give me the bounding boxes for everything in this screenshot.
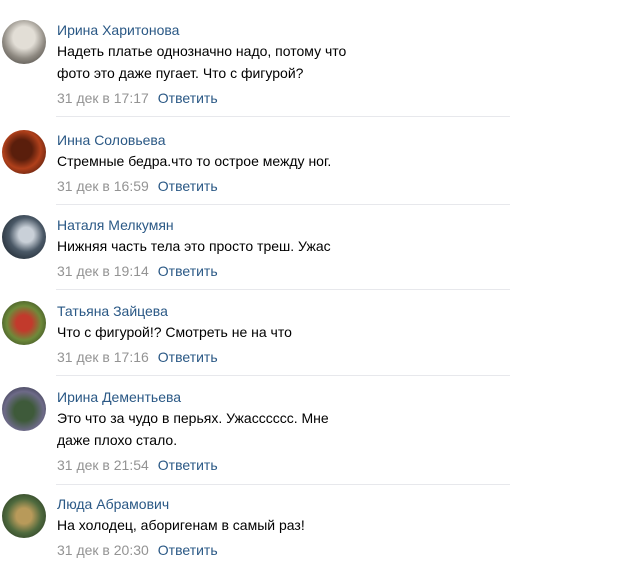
comment-date[interactable]: 31 дек в 21:54	[57, 457, 149, 473]
comment-item: Татьяна Зайцева Что с фигурой!? Смотреть…	[0, 301, 520, 376]
comment-text-line: На холодец, аборигенам в самый раз!	[57, 517, 305, 533]
reply-button[interactable]: Ответить	[158, 349, 218, 365]
separator	[56, 375, 510, 376]
comment-author[interactable]: Татьяна Зайцева	[57, 301, 168, 321]
comment-text-line: Что с фигурой!? Смотреть не на что	[57, 324, 292, 340]
comment-text: Нижняя часть тела это просто треш. Ужас	[57, 235, 417, 257]
comment-author[interactable]: Инна Соловьева	[57, 130, 166, 150]
separator	[56, 289, 510, 290]
reply-button[interactable]: Ответить	[158, 178, 218, 194]
comment-meta: 31 дек в 16:59 Ответить	[57, 176, 218, 196]
avatar[interactable]	[2, 130, 46, 174]
comment-meta: 31 дек в 17:17 Ответить	[57, 88, 218, 108]
comment-date[interactable]: 31 дек в 19:14	[57, 263, 149, 279]
comment-text-line: Стремные бедра.что то острое между ног.	[57, 153, 332, 169]
comment-text: На холодец, аборигенам в самый раз!	[57, 514, 417, 536]
comment-item: Люда Абрамович На холодец, аборигенам в …	[0, 494, 520, 564]
reply-button[interactable]: Ответить	[158, 90, 218, 106]
comment-date[interactable]: 31 дек в 16:59	[57, 178, 149, 194]
reply-button[interactable]: Ответить	[158, 263, 218, 279]
avatar[interactable]	[2, 301, 46, 345]
comment-text-line: Надеть платье однозначно надо, потому чт…	[57, 43, 347, 59]
comment-date[interactable]: 31 дек в 17:16	[57, 349, 149, 365]
comment-meta: 31 дек в 21:54 Ответить	[57, 455, 218, 475]
comment-item: Ирина Дементьева Это что за чудо в перья…	[0, 387, 520, 485]
avatar[interactable]	[2, 215, 46, 259]
comment-text-line: даже плохо стало.	[57, 432, 178, 448]
comment-text: Это что за чудо в перьях. Ужасссссс. Мне…	[57, 407, 417, 451]
comment-meta: 31 дек в 19:14 Ответить	[57, 261, 218, 281]
comment-text-line: Это что за чудо в перьях. Ужасссссс. Мне	[57, 410, 329, 426]
comment-meta: 31 дек в 17:16 Ответить	[57, 347, 218, 367]
avatar[interactable]	[2, 494, 46, 538]
comment-date[interactable]: 31 дек в 20:30	[57, 542, 149, 558]
comment-author[interactable]: Наталя Мелкумян	[57, 215, 174, 235]
comment-author[interactable]: Ирина Харитонова	[57, 20, 179, 40]
comment-author[interactable]: Люда Абрамович	[57, 494, 169, 514]
separator	[56, 204, 510, 205]
comment-text: Надеть платье однозначно надо, потому чт…	[57, 40, 417, 84]
reply-button[interactable]: Ответить	[158, 457, 218, 473]
reply-button[interactable]: Ответить	[158, 542, 218, 558]
comment-text-line: фото это даже пугает. Что с фигурой?	[57, 65, 304, 81]
comment-text-line: Нижняя часть тела это просто треш. Ужас	[57, 238, 331, 254]
comment-text: Что с фигурой!? Смотреть не на что	[57, 321, 417, 343]
comment-text: Стремные бедра.что то острое между ног.	[57, 150, 417, 172]
comment-item: Инна Соловьева Стремные бедра.что то ост…	[0, 130, 520, 205]
comments-list: Ирина Харитонова Надеть платье однозначн…	[0, 0, 640, 571]
avatar[interactable]	[2, 20, 46, 64]
comment-meta: 31 дек в 20:30 Ответить	[57, 540, 218, 560]
comment-author[interactable]: Ирина Дементьева	[57, 387, 181, 407]
separator	[56, 116, 510, 117]
separator	[56, 484, 510, 485]
comment-item: Наталя Мелкумян Нижняя часть тела это пр…	[0, 215, 520, 290]
comment-date[interactable]: 31 дек в 17:17	[57, 90, 149, 106]
comment-item: Ирина Харитонова Надеть платье однозначн…	[0, 20, 520, 117]
avatar[interactable]	[2, 387, 46, 431]
